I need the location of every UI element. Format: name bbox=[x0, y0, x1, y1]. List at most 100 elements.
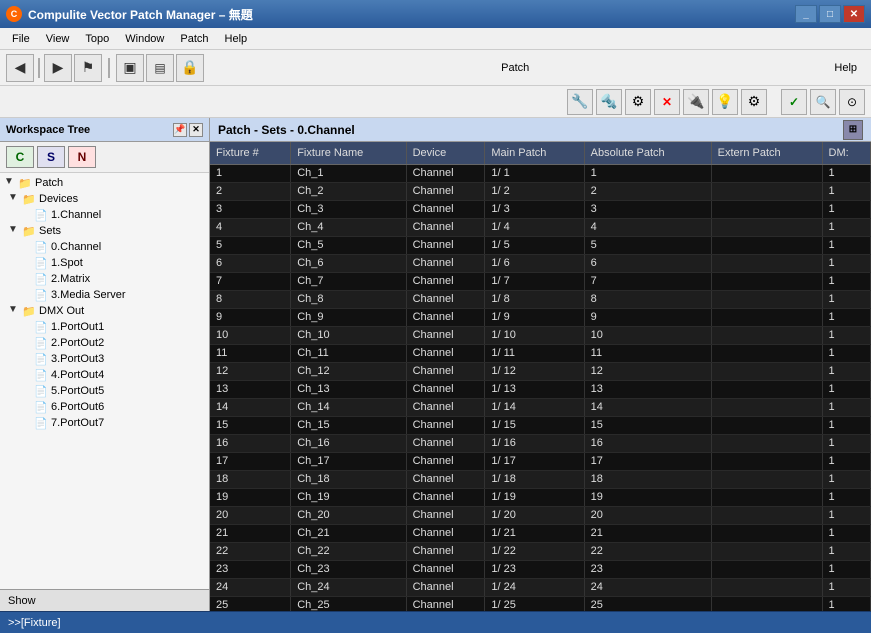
table-row[interactable]: 9Ch_9Channel1/ 991 bbox=[210, 308, 871, 326]
table-row[interactable]: 21Ch_21Channel1/ 21211 bbox=[210, 524, 871, 542]
menu-item-topo[interactable]: Topo bbox=[77, 28, 117, 49]
table-row[interactable]: 25Ch_25Channel1/ 25251 bbox=[210, 596, 871, 611]
table-col-header[interactable]: Fixture # bbox=[210, 142, 291, 164]
table-row[interactable]: 13Ch_13Channel1/ 13131 bbox=[210, 380, 871, 398]
table-col-header[interactable]: DM: bbox=[822, 142, 870, 164]
menu-item-view[interactable]: View bbox=[38, 28, 78, 49]
table-row[interactable]: 8Ch_8Channel1/ 881 bbox=[210, 290, 871, 308]
menu-item-patch[interactable]: Patch bbox=[172, 28, 216, 49]
table-row[interactable]: 10Ch_10Channel1/ 10101 bbox=[210, 326, 871, 344]
tree-item[interactable]: ▼📁Sets bbox=[0, 223, 209, 239]
tree-item[interactable]: 📄0.Channel bbox=[0, 239, 209, 255]
tree-item[interactable]: 📄3.Media Server bbox=[0, 287, 209, 303]
patch-menu-label[interactable]: Patch bbox=[493, 62, 537, 74]
tree-item[interactable]: 📄1.Channel bbox=[0, 207, 209, 223]
table-row[interactable]: 2Ch_2Channel1/ 221 bbox=[210, 182, 871, 200]
tree-item[interactable]: 📄6.PortOut6 bbox=[0, 399, 209, 415]
patch-icon-4[interactable]: ✕ bbox=[654, 89, 680, 115]
patch-icon-search[interactable]: 🔍 bbox=[810, 89, 836, 115]
table-row[interactable]: 17Ch_17Channel1/ 17171 bbox=[210, 452, 871, 470]
tree-item[interactable]: 📄3.PortOut3 bbox=[0, 351, 209, 367]
view-split-button[interactable]: ▤ bbox=[146, 54, 174, 82]
patch-icon-7[interactable]: ⚙ bbox=[741, 89, 767, 115]
tree-expander[interactable] bbox=[20, 240, 34, 254]
table-row[interactable]: 19Ch_19Channel1/ 19191 bbox=[210, 488, 871, 506]
tree-expander[interactable] bbox=[20, 384, 34, 398]
view-full-button[interactable]: ▣ bbox=[116, 54, 144, 82]
table-row[interactable]: 14Ch_14Channel1/ 14141 bbox=[210, 398, 871, 416]
tree-item[interactable]: ▼📁Patch bbox=[0, 175, 209, 191]
tree-expander[interactable] bbox=[20, 352, 34, 366]
tree-expander[interactable]: ▼ bbox=[8, 224, 22, 238]
table-row[interactable]: 7Ch_7Channel1/ 771 bbox=[210, 272, 871, 290]
tree-item[interactable]: ▼📁Devices bbox=[0, 191, 209, 207]
csn-n-button[interactable]: N bbox=[68, 146, 96, 168]
back-button[interactable]: ◀ bbox=[6, 54, 34, 82]
table-row[interactable]: 20Ch_20Channel1/ 20201 bbox=[210, 506, 871, 524]
table-col-header[interactable]: Main Patch bbox=[485, 142, 584, 164]
table-row[interactable]: 3Ch_3Channel1/ 331 bbox=[210, 200, 871, 218]
table-row[interactable]: 1Ch_1Channel1/ 111 bbox=[210, 164, 871, 182]
csn-s-button[interactable]: S bbox=[37, 146, 65, 168]
tree-expander[interactable] bbox=[20, 288, 34, 302]
sidebar-pin-button[interactable]: 📌 bbox=[173, 123, 187, 137]
table-row[interactable]: 11Ch_11Channel1/ 11111 bbox=[210, 344, 871, 362]
lock-button[interactable]: 🔒 bbox=[176, 54, 204, 82]
patch-icon-check[interactable]: ✓ bbox=[781, 89, 807, 115]
menu-item-window[interactable]: Window bbox=[117, 28, 172, 49]
tree-expander[interactable]: ▼ bbox=[8, 304, 22, 318]
tree-expander[interactable] bbox=[20, 336, 34, 350]
tree-expander[interactable]: ▼ bbox=[8, 192, 22, 206]
patch-icon-6[interactable]: 💡 bbox=[712, 89, 738, 115]
table-row[interactable]: 18Ch_18Channel1/ 18181 bbox=[210, 470, 871, 488]
patch-icon-3[interactable]: ⚙ bbox=[625, 89, 651, 115]
tree-expander[interactable] bbox=[20, 208, 34, 222]
tree-expander[interactable] bbox=[20, 272, 34, 286]
minimize-button[interactable]: _ bbox=[795, 5, 817, 23]
table-col-header[interactable]: Absolute Patch bbox=[584, 142, 711, 164]
tree-expander[interactable] bbox=[20, 256, 34, 270]
table-row[interactable]: 12Ch_12Channel1/ 12121 bbox=[210, 362, 871, 380]
patch-icon-1[interactable]: 🔧 bbox=[567, 89, 593, 115]
forward-button[interactable]: ▶ bbox=[44, 54, 72, 82]
menu-item-help[interactable]: Help bbox=[217, 28, 256, 49]
table-row[interactable]: 4Ch_4Channel1/ 441 bbox=[210, 218, 871, 236]
patch-icon-2[interactable]: 🔩 bbox=[596, 89, 622, 115]
tree-expander[interactable]: ▼ bbox=[4, 176, 18, 190]
table-row[interactable]: 5Ch_5Channel1/ 551 bbox=[210, 236, 871, 254]
flag-button[interactable]: ⚑ bbox=[74, 54, 102, 82]
tree-item[interactable]: 📄5.PortOut5 bbox=[0, 383, 209, 399]
patch-icon-5[interactable]: 🔌 bbox=[683, 89, 709, 115]
tree-expander[interactable] bbox=[20, 400, 34, 414]
tree-item-label: Sets bbox=[39, 225, 61, 237]
tree-item[interactable]: 📄7.PortOut7 bbox=[0, 415, 209, 431]
content-icon[interactable]: ⊞ bbox=[843, 120, 863, 140]
table-row[interactable]: 24Ch_24Channel1/ 24241 bbox=[210, 578, 871, 596]
table-row[interactable]: 22Ch_22Channel1/ 22221 bbox=[210, 542, 871, 560]
help-menu-label[interactable]: Help bbox=[826, 62, 865, 74]
table-row[interactable]: 23Ch_23Channel1/ 23231 bbox=[210, 560, 871, 578]
tree-item[interactable]: 📄1.Spot bbox=[0, 255, 209, 271]
table-row[interactable]: 15Ch_15Channel1/ 15151 bbox=[210, 416, 871, 434]
show-button[interactable]: Show bbox=[0, 589, 209, 611]
maximize-button[interactable]: □ bbox=[819, 5, 841, 23]
tree-item[interactable]: 📄4.PortOut4 bbox=[0, 367, 209, 383]
data-table-wrapper[interactable]: Fixture #Fixture NameDeviceMain PatchAbs… bbox=[210, 142, 871, 611]
table-col-header[interactable]: Fixture Name bbox=[291, 142, 406, 164]
close-button[interactable]: ✕ bbox=[843, 5, 865, 23]
sidebar-close-button[interactable]: ✕ bbox=[189, 123, 203, 137]
table-row[interactable]: 6Ch_6Channel1/ 661 bbox=[210, 254, 871, 272]
menu-item-file[interactable]: File bbox=[4, 28, 38, 49]
table-col-header[interactable]: Device bbox=[406, 142, 485, 164]
table-col-header[interactable]: Extern Patch bbox=[711, 142, 822, 164]
tree-item[interactable]: 📄2.Matrix bbox=[0, 271, 209, 287]
tree-item[interactable]: 📄1.PortOut1 bbox=[0, 319, 209, 335]
csn-c-button[interactable]: C bbox=[6, 146, 34, 168]
tree-item[interactable]: ▼📁DMX Out bbox=[0, 303, 209, 319]
patch-icon-circle[interactable]: ⊙ bbox=[839, 89, 865, 115]
tree-expander[interactable] bbox=[20, 416, 34, 430]
tree-expander[interactable] bbox=[20, 368, 34, 382]
tree-item[interactable]: 📄2.PortOut2 bbox=[0, 335, 209, 351]
table-row[interactable]: 16Ch_16Channel1/ 16161 bbox=[210, 434, 871, 452]
tree-expander[interactable] bbox=[20, 320, 34, 334]
